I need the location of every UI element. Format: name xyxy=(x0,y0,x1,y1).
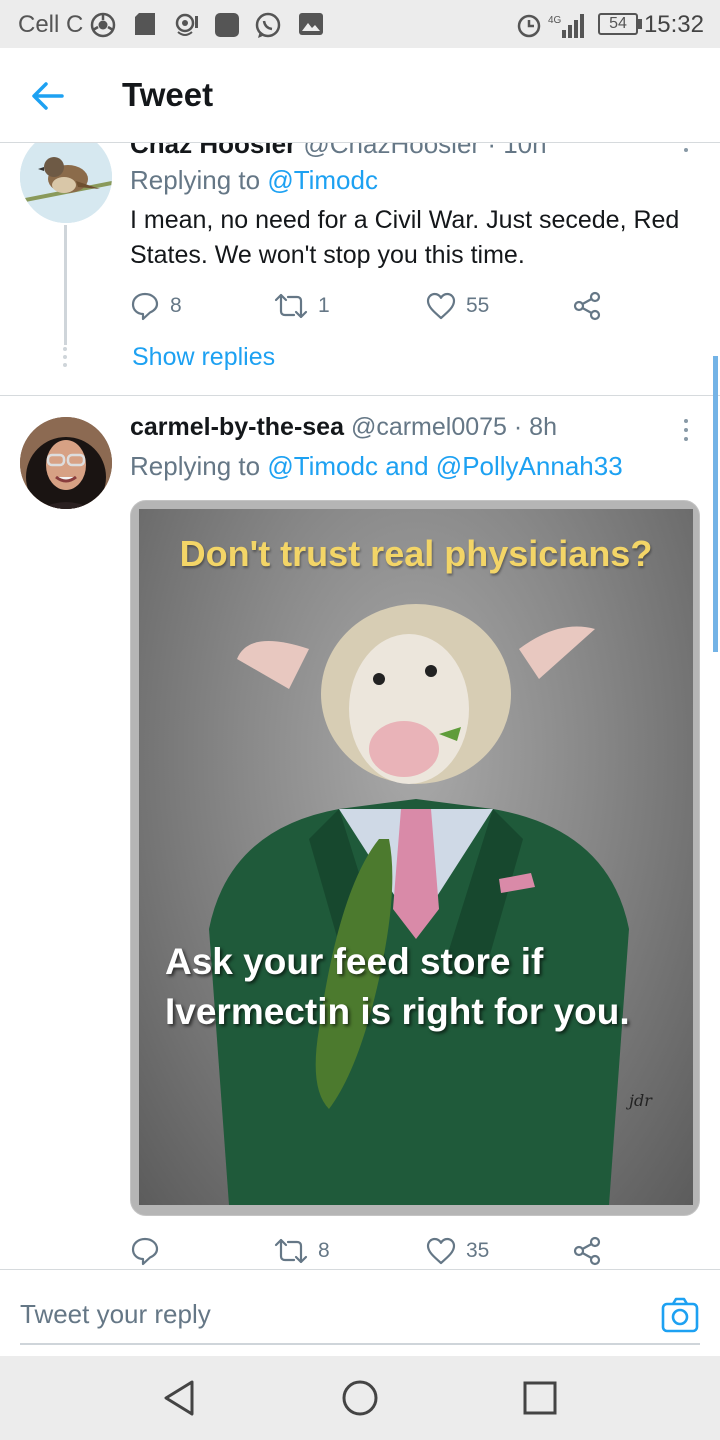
page-title: Tweet xyxy=(122,76,214,113)
retweet-count: 8 xyxy=(318,1239,330,1262)
tweet[interactable]: Chaz Hoosier @ChazHoosier · 10h Replying… xyxy=(0,143,720,396)
network-type-label: 4G xyxy=(548,15,562,26)
battery-tip xyxy=(638,19,642,29)
tweet-actions: 8 35 xyxy=(130,1233,610,1269)
replying-to: Replying to @Timodc and @PollyAnnah33 xyxy=(130,451,623,482)
sheep-in-suit-illustration xyxy=(209,604,629,1205)
arrow-left-icon[interactable] xyxy=(28,78,68,114)
heart-icon xyxy=(426,292,456,320)
location-icon xyxy=(175,13,198,36)
author-handle: @carmel0075 xyxy=(350,413,507,441)
retweet-button[interactable]: 1 xyxy=(274,288,330,324)
gallery-icon xyxy=(299,13,323,35)
show-replies-link[interactable]: Show replies xyxy=(132,343,275,372)
heart-icon xyxy=(426,1237,456,1265)
sd-card-icon xyxy=(135,13,155,35)
sparrow-avatar-image xyxy=(20,143,112,223)
reply-icon xyxy=(131,1237,159,1266)
retweet-icon xyxy=(274,293,308,319)
meme-top-caption: Don't trust real physicians? xyxy=(179,533,653,574)
avatar[interactable] xyxy=(20,417,112,509)
more-options-icon[interactable] xyxy=(684,419,690,446)
like-count: 35 xyxy=(466,1239,490,1262)
reply-button[interactable] xyxy=(130,1233,170,1269)
status-bar: Cell C 4G 54 15:32 xyxy=(0,0,720,48)
back-triangle-icon[interactable] xyxy=(158,1376,202,1420)
share-button[interactable] xyxy=(572,288,602,324)
chrome-icon xyxy=(90,12,116,38)
retweet-count: 1 xyxy=(318,294,330,317)
reply-icon xyxy=(131,292,159,321)
scrollbar[interactable] xyxy=(713,356,718,652)
whatsapp-icon xyxy=(255,12,281,38)
tweet-media-image[interactable]: Don't trust real physicians? Ask your fe… xyxy=(130,500,700,1216)
mention-link[interactable]: @Timodc xyxy=(267,165,378,195)
replying-prefix: Replying to xyxy=(130,165,261,195)
tweet-time: · 8h xyxy=(513,413,557,441)
tweet-author-row[interactable]: Chaz Hoosier @ChazHoosier · 10h xyxy=(130,143,547,160)
reply-count: 8 xyxy=(170,294,182,317)
carrier-label: Cell C xyxy=(18,11,84,38)
tweet-time: · 10h xyxy=(487,143,547,159)
replying-prefix: Replying to xyxy=(130,451,261,481)
avatar[interactable] xyxy=(20,143,112,223)
reply-composer: Tweet your reply xyxy=(0,1271,720,1355)
alarm-icon xyxy=(517,14,541,38)
signal-icon: 4G xyxy=(548,14,584,38)
more-options-icon[interactable] xyxy=(684,143,690,157)
app-notification-icon xyxy=(215,13,239,37)
tweet[interactable]: carmel-by-the-sea @carmel0075 · 8h Reply… xyxy=(0,397,720,1270)
battery-indicator: 54 xyxy=(598,13,638,35)
author-handle: @ChazHoosier xyxy=(303,143,481,159)
share-icon xyxy=(573,291,601,321)
author-name[interactable]: Chaz Hoosier xyxy=(130,143,296,159)
clock: 15:32 xyxy=(643,11,704,38)
mention-link[interactable]: @Timodc and @PollyAnnah33 xyxy=(267,451,622,481)
recents-square-icon[interactable] xyxy=(518,1376,562,1420)
reply-button[interactable]: 8 xyxy=(130,288,182,324)
artist-signature: jdr xyxy=(629,1091,652,1110)
home-circle-icon[interactable] xyxy=(338,1376,382,1420)
tweet-actions: 8 1 55 xyxy=(130,288,610,324)
meme-bottom-caption: Ask your feed store if Ivermectin is rig… xyxy=(165,941,630,1032)
tweet-text: I mean, no need for a Civil War. Just se… xyxy=(130,206,680,269)
like-button[interactable]: 35 xyxy=(426,1233,489,1269)
like-button[interactable]: 55 xyxy=(426,288,489,324)
system-navigation-bar xyxy=(0,1356,720,1440)
share-button[interactable] xyxy=(572,1233,602,1269)
share-icon xyxy=(573,1236,601,1266)
thread-dots xyxy=(63,347,67,371)
retweet-icon xyxy=(274,1238,308,1264)
replying-to: Replying to @Timodc xyxy=(130,165,378,196)
meme-image: Don't trust real physicians? Ask your fe… xyxy=(139,509,693,1205)
reply-input[interactable]: Tweet your reply xyxy=(20,1285,700,1345)
profile-photo-image xyxy=(20,417,112,509)
app-header: Tweet xyxy=(0,48,720,143)
camera-icon[interactable] xyxy=(660,1295,700,1335)
thread-line xyxy=(64,225,67,345)
like-count: 55 xyxy=(466,294,490,317)
retweet-button[interactable]: 8 xyxy=(274,1233,330,1269)
tweet-author-row[interactable]: carmel-by-the-sea @carmel0075 · 8h xyxy=(130,413,557,442)
author-name[interactable]: carmel-by-the-sea xyxy=(130,413,344,441)
